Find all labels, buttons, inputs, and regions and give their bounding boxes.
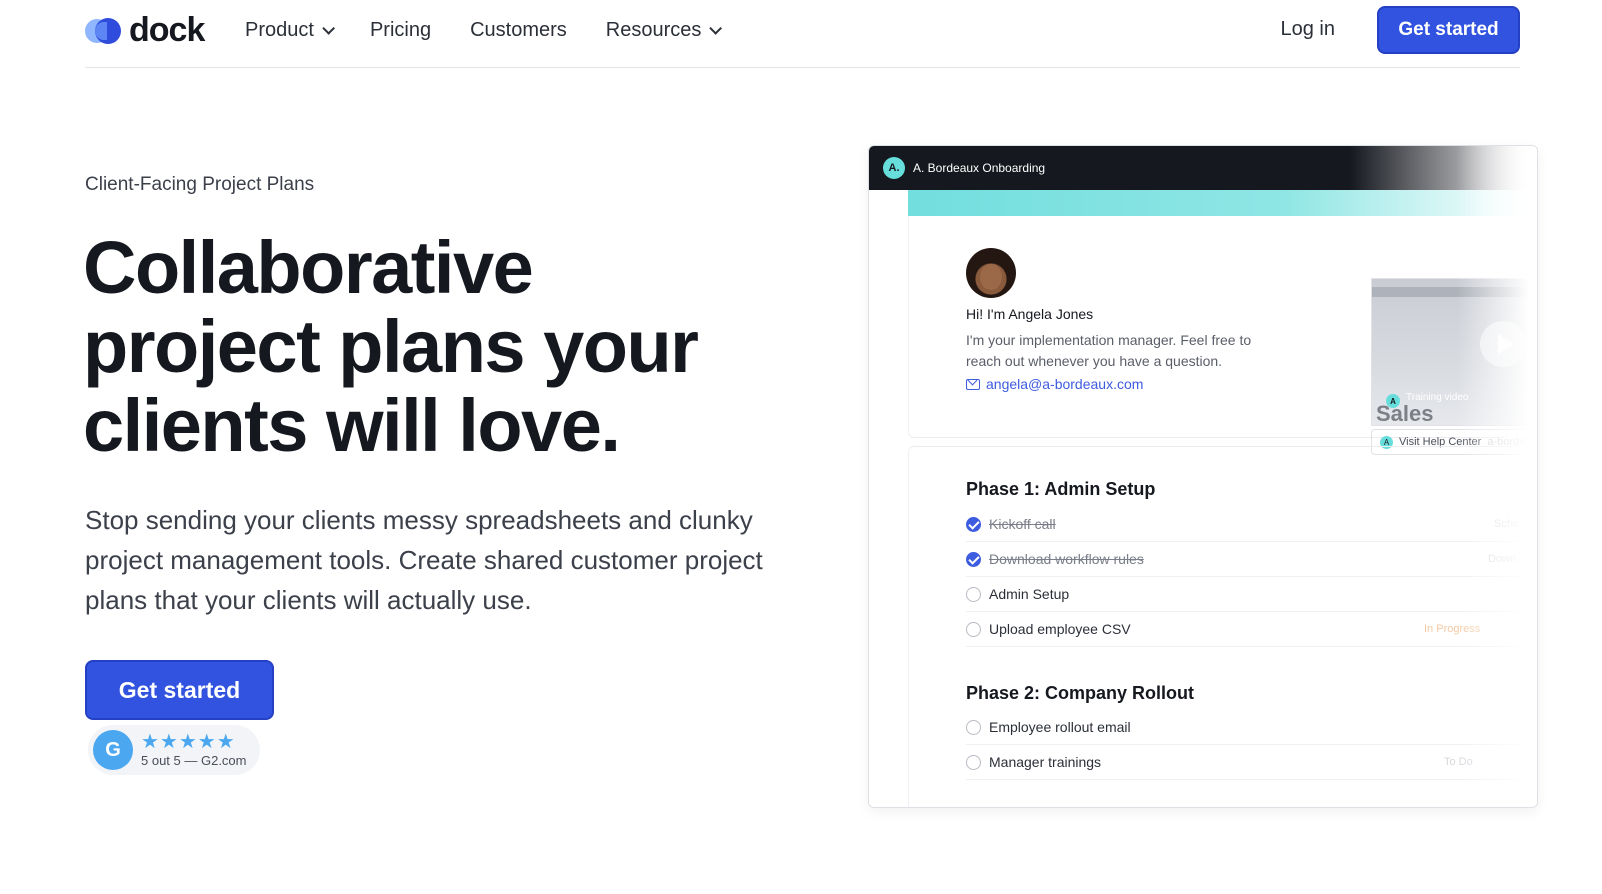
nav-resources-label: Resources — [605, 18, 702, 41]
project-plan-card: Phase 1: Admin Setup Kickoff call Sche D… — [908, 446, 1537, 807]
task-row[interactable]: Manager trainings To Do — [966, 745, 1537, 780]
nav-pricing-label: Pricing — [369, 18, 432, 41]
logo-text: dock — [129, 11, 205, 49]
hero-subheadline: Stop sending your clients messy spreadsh… — [85, 505, 763, 615]
dock-logo-icon — [85, 16, 123, 44]
nav-pricing[interactable]: Pricing — [370, 19, 431, 42]
task-label: Download workflow rules — [989, 551, 1144, 567]
task-row[interactable]: Admin Setup — [966, 577, 1537, 612]
hero-eyebrow: Client-Facing Project Plans — [85, 174, 315, 195]
intro-email-link[interactable]: angela@a-bordeaux.com — [966, 376, 1143, 392]
empty-circle-icon[interactable] — [966, 754, 981, 770]
nav-product-label: Product — [245, 18, 314, 41]
task-status: To Do — [1444, 756, 1473, 768]
checked-circle-icon[interactable] — [966, 551, 981, 567]
header-banner — [908, 190, 1537, 216]
g2-rating-body: ★★★★★ 5 out 5 — G2.com — [141, 732, 247, 768]
nav-resources[interactable]: Resources — [605, 18, 723, 42]
mockup-header: A. A. Bordeaux Onboarding — [869, 146, 1537, 190]
g2-rating-badge[interactable]: G ★★★★★ 5 out 5 — G2.com — [88, 725, 260, 775]
empty-circle-icon[interactable] — [966, 586, 981, 602]
product-mockup: A. A. Bordeaux Onboarding Hi! I'm Angela… — [868, 145, 1538, 808]
nav-customers-label: Customers — [470, 18, 567, 41]
task-label: Upload employee CSV — [989, 621, 1131, 637]
checked-circle-icon[interactable] — [966, 516, 981, 532]
intro-greeting: Hi! I'm Angela Jones — [966, 306, 1094, 322]
phase-title: Phase 2: Company Rollout — [966, 683, 1195, 703]
task-row[interactable]: Upload employee CSV In Progress — [966, 612, 1537, 647]
get-started-button-hero[interactable]: Get started — [85, 660, 274, 720]
empty-circle-icon[interactable] — [966, 719, 981, 735]
task-row[interactable]: Employee rollout email — [966, 710, 1537, 745]
dock-logo[interactable]: dock — [85, 10, 205, 50]
task-row[interactable]: Download workflow rules Down — [966, 542, 1537, 577]
intro-message: I'm your implementation manager. Feel fr… — [966, 332, 1252, 369]
task-status: Sche — [1494, 518, 1520, 530]
login-link[interactable]: Log in — [1281, 18, 1336, 41]
nav-links: Product Pricing Customers Resources — [245, 0, 723, 60]
nav-product[interactable]: Product — [245, 18, 335, 42]
task-label: Employee rollout email — [989, 719, 1131, 735]
play-icon[interactable] — [1480, 321, 1526, 367]
phase-title: Phase 1: Admin Setup — [966, 479, 1156, 499]
empty-circle-icon[interactable] — [966, 621, 981, 637]
intro-card: Hi! I'm Angela Jones I'm your implementa… — [908, 216, 1537, 455]
g2-logo-icon: G — [93, 730, 133, 770]
training-video-thumbnail[interactable]: A Training video Sales — [1371, 278, 1537, 426]
mail-icon — [966, 378, 980, 390]
workspace-title: A. Bordeaux Onboarding — [913, 161, 1046, 175]
chevron-down-icon — [709, 21, 723, 35]
task-status: In Progress — [1424, 623, 1481, 635]
workspace-avatar: A. — [883, 157, 905, 179]
task-label: Kickoff call — [989, 516, 1056, 532]
top-nav: dock Product Pricing Customers Resources… — [85, 0, 1520, 68]
task-label: Manager trainings — [989, 754, 1102, 770]
rating-text: 5 out 5 — G2.com — [141, 753, 247, 768]
get-started-button-nav[interactable]: Get started — [1377, 6, 1520, 54]
rating-stars-icon: ★★★★★ — [141, 731, 236, 753]
video-overlay-text: Sales — [1376, 401, 1434, 426]
hero-headline: Collaborative project plans your clients… — [83, 226, 699, 467]
nav-customers[interactable]: Customers — [470, 19, 567, 42]
intro-email: angela@a-bordeaux.com — [986, 376, 1144, 392]
task-label: Admin Setup — [989, 586, 1070, 602]
task-row[interactable]: Kickoff call Sche — [966, 507, 1537, 542]
angela-avatar — [966, 248, 1016, 298]
task-status: Down — [1488, 553, 1517, 565]
chevron-down-icon — [322, 21, 335, 35]
